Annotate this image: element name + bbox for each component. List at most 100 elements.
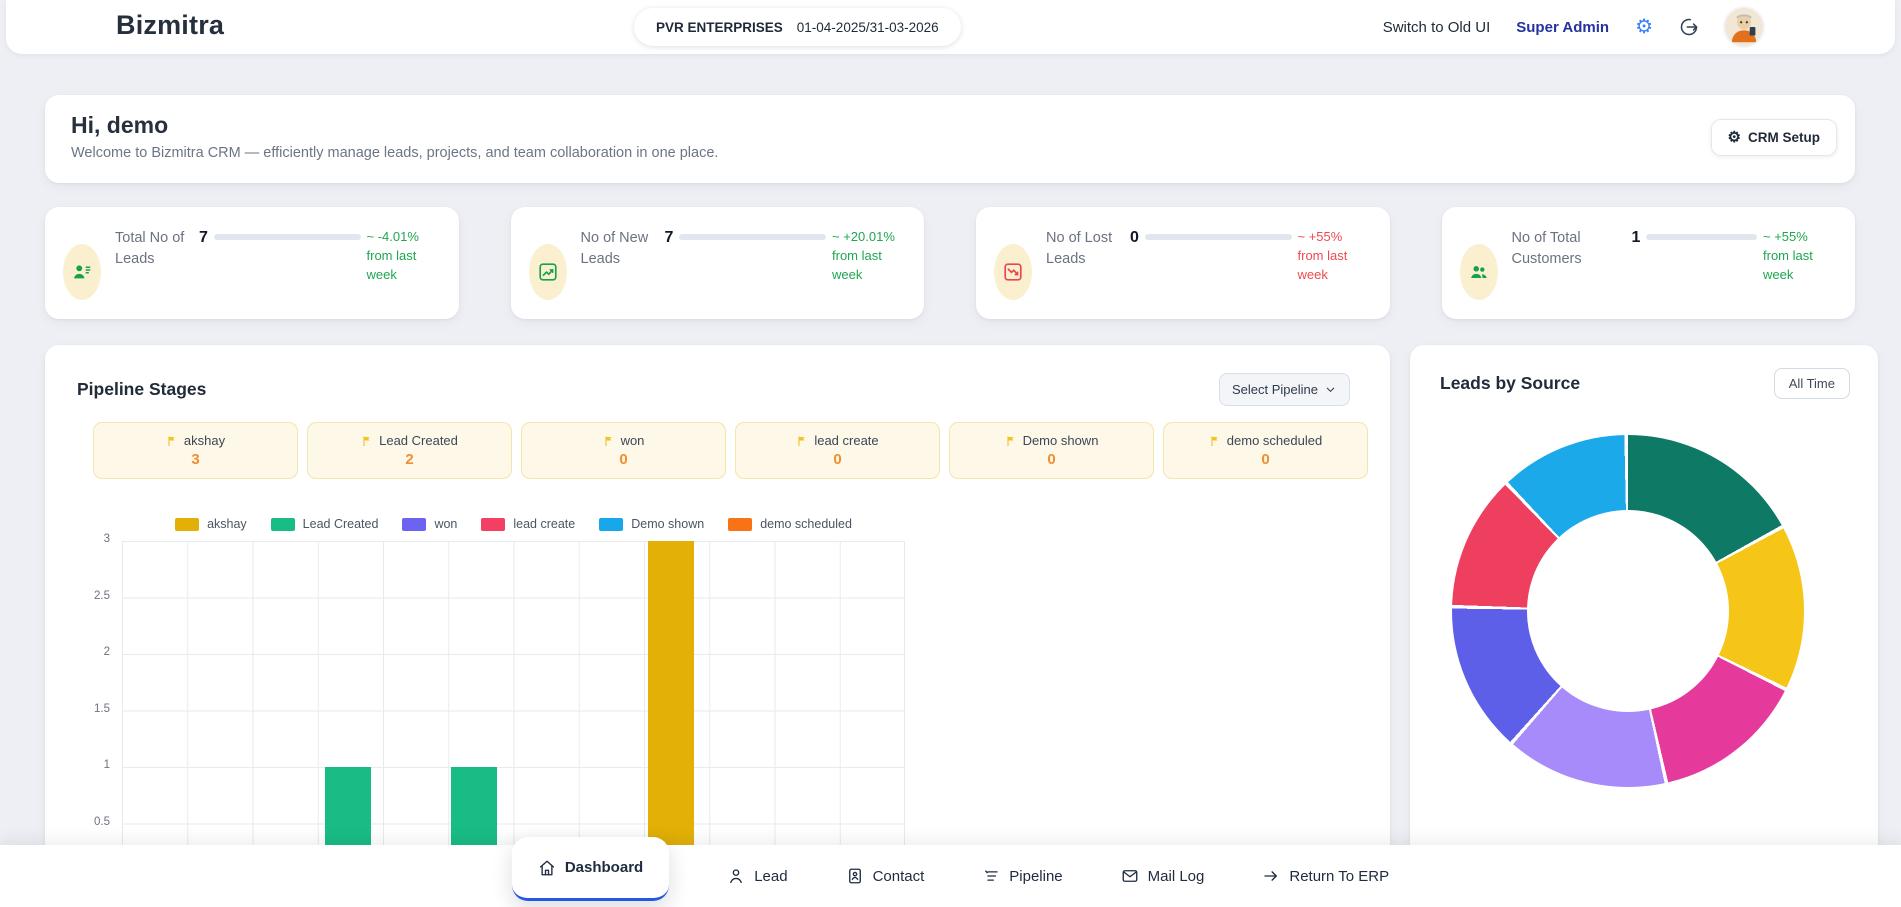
header-actions: Switch to Old UI Super Admin ⚙ bbox=[1383, 0, 1763, 54]
org-name: PVR ENTERPRISES bbox=[656, 20, 783, 35]
leads-by-source-card: Leads by Source All Time bbox=[1410, 345, 1878, 907]
stat-value: 1 bbox=[1632, 228, 1641, 247]
stat-delta-pct: ~ +55% bbox=[1763, 228, 1835, 247]
legend-swatch bbox=[599, 518, 623, 531]
trend-up-icon bbox=[529, 244, 567, 300]
stage-chip-lead-created[interactable]: Lead Created 2 bbox=[307, 422, 512, 479]
y-axis-tick: 0.5 bbox=[76, 816, 110, 828]
stat-delta-suffix: from last week bbox=[1298, 248, 1348, 282]
legend-item[interactable]: Demo shown bbox=[599, 517, 704, 531]
stat-delta-suffix: from last week bbox=[832, 248, 882, 282]
stage-name: Lead Created bbox=[379, 433, 458, 448]
mail-icon bbox=[1121, 867, 1139, 885]
legend-item[interactable]: akshay bbox=[175, 517, 247, 531]
pipeline-stages-title: Pipeline Stages bbox=[77, 379, 206, 400]
stat-delta-pct: ~ +20.01% bbox=[832, 228, 904, 247]
stage-chip-won[interactable]: won 0 bbox=[521, 422, 726, 479]
leads-by-source-title: Leads by Source bbox=[1440, 373, 1580, 394]
flag-icon bbox=[1005, 434, 1017, 448]
nav-item-pipeline[interactable]: Pipeline bbox=[982, 867, 1062, 885]
user-avatar[interactable] bbox=[1725, 8, 1763, 46]
switch-old-ui-link[interactable]: Switch to Old UI bbox=[1383, 19, 1491, 36]
stage-chip-lead-create[interactable]: lead create 0 bbox=[735, 422, 940, 479]
crm-setup-button[interactable]: ⚙ CRM Setup bbox=[1711, 119, 1837, 156]
nav-item-lead[interactable]: Lead bbox=[727, 867, 787, 885]
stage-chip-akshay[interactable]: akshay 3 bbox=[93, 422, 298, 479]
stat-progress-track bbox=[214, 234, 361, 240]
legend-item[interactable]: Lead Created bbox=[271, 517, 379, 531]
legend-label: Lead Created bbox=[303, 517, 379, 531]
legend-swatch bbox=[402, 518, 426, 531]
legend-item[interactable]: lead create bbox=[481, 517, 575, 531]
stat-delta-suffix: from last week bbox=[1763, 248, 1813, 282]
bar-legend: akshay Lead Created won lead create Demo sho… bbox=[122, 517, 905, 531]
nav-label: Lead bbox=[754, 868, 787, 885]
all-time-filter-button[interactable]: All Time bbox=[1774, 368, 1850, 399]
y-axis-tick: 1.5 bbox=[76, 703, 110, 715]
bar-akshay[interactable] bbox=[648, 541, 694, 880]
stat-card-total-leads[interactable]: Total No of Leads 7 ~ -4.01% from last w… bbox=[45, 207, 459, 319]
stage-name: akshay bbox=[184, 433, 225, 448]
stat-progress-track bbox=[679, 234, 826, 240]
nav-label: Return To ERP bbox=[1289, 868, 1389, 885]
arrow-right-icon bbox=[1262, 867, 1280, 885]
nav-item-mail-log[interactable]: Mail Log bbox=[1121, 867, 1205, 885]
fiscal-period: 01-04-2025/31-03-2026 bbox=[797, 20, 939, 35]
gear-icon: ⚙ bbox=[1728, 130, 1741, 145]
stage-name: demo scheduled bbox=[1227, 433, 1322, 448]
stage-name: lead create bbox=[814, 433, 878, 448]
nav-label: Dashboard bbox=[565, 859, 643, 876]
main-content-row: Pipeline Stages Select Pipeline akshay 3… bbox=[45, 345, 1878, 907]
y-axis-tick: 2.5 bbox=[76, 590, 110, 602]
welcome-banner: Hi, demo Welcome to Bizmitra CRM — effic… bbox=[45, 95, 1855, 183]
gear-icon[interactable]: ⚙ bbox=[1635, 17, 1653, 37]
legend-label: Demo shown bbox=[631, 517, 704, 531]
nav-item-dashboard[interactable]: Dashboard bbox=[512, 837, 669, 901]
legend-label: won bbox=[434, 517, 457, 531]
legend-item[interactable]: demo scheduled bbox=[728, 517, 852, 531]
y-axis-tick: 1 bbox=[76, 759, 110, 771]
flag-icon bbox=[1209, 434, 1221, 448]
flag-icon bbox=[603, 434, 615, 448]
nav-item-return-to-erp[interactable]: Return To ERP bbox=[1262, 867, 1389, 885]
legend-swatch bbox=[271, 518, 295, 531]
flag-icon bbox=[361, 434, 373, 448]
users-group-icon bbox=[1460, 244, 1498, 300]
home-icon bbox=[538, 859, 556, 877]
stat-card-new-leads[interactable]: No of New Leads 7 ~ +20.01% from last we… bbox=[511, 207, 925, 319]
legend-item[interactable]: won bbox=[402, 517, 457, 531]
stat-card-lost-leads[interactable]: No of Lost Leads 0 ~ +55% from last week bbox=[976, 207, 1390, 319]
stat-card-total-customers[interactable]: No of Total Customers 1 ~ +55% from last… bbox=[1442, 207, 1856, 319]
stage-count: 3 bbox=[191, 451, 199, 468]
flag-icon bbox=[796, 434, 808, 448]
stat-progress-track bbox=[1145, 234, 1292, 240]
stage-count: 2 bbox=[405, 451, 413, 468]
y-axis-tick: 3 bbox=[76, 533, 110, 545]
select-pipeline-dropdown[interactable]: Select Pipeline bbox=[1219, 373, 1350, 406]
nav-label: Contact bbox=[873, 868, 925, 885]
logout-icon[interactable] bbox=[1679, 17, 1699, 37]
nav-label: Pipeline bbox=[1009, 868, 1062, 885]
donut-chart[interactable] bbox=[1452, 435, 1804, 787]
stat-delta-suffix: from last week bbox=[367, 248, 417, 282]
org-period-pill[interactable]: PVR ENTERPRISES 01-04-2025/31-03-2026 bbox=[634, 8, 961, 46]
stage-count: 0 bbox=[833, 451, 841, 468]
nav-item-contact[interactable]: Contact bbox=[846, 867, 925, 885]
stat-delta-pct: ~ +55% bbox=[1298, 228, 1370, 247]
legend-swatch bbox=[175, 518, 199, 531]
role-label[interactable]: Super Admin bbox=[1516, 19, 1609, 36]
stage-count: 0 bbox=[619, 451, 627, 468]
top-header: Bizmitra PVR ENTERPRISES 01-04-2025/31-0… bbox=[6, 0, 1895, 54]
pipeline-icon bbox=[982, 867, 1000, 885]
legend-swatch bbox=[728, 518, 752, 531]
brand-logo[interactable]: Bizmitra bbox=[116, 10, 224, 41]
dashboard-page: Bizmitra PVR ENTERPRISES 01-04-2025/31-0… bbox=[0, 0, 1901, 907]
greeting-subtitle: Welcome to Bizmitra CRM — efficiently ma… bbox=[71, 145, 1829, 161]
stat-delta: ~ -4.01% from last week bbox=[367, 228, 439, 285]
trend-down-icon bbox=[994, 244, 1032, 300]
stat-label: Total No of Leads bbox=[115, 228, 191, 270]
stage-chip-demo-shown[interactable]: Demo shown 0 bbox=[949, 422, 1154, 479]
stat-cards-row: Total No of Leads 7 ~ -4.01% from last w… bbox=[45, 207, 1855, 319]
stage-chip-demo-scheduled[interactable]: demo scheduled 0 bbox=[1163, 422, 1368, 479]
flag-icon bbox=[166, 434, 178, 448]
